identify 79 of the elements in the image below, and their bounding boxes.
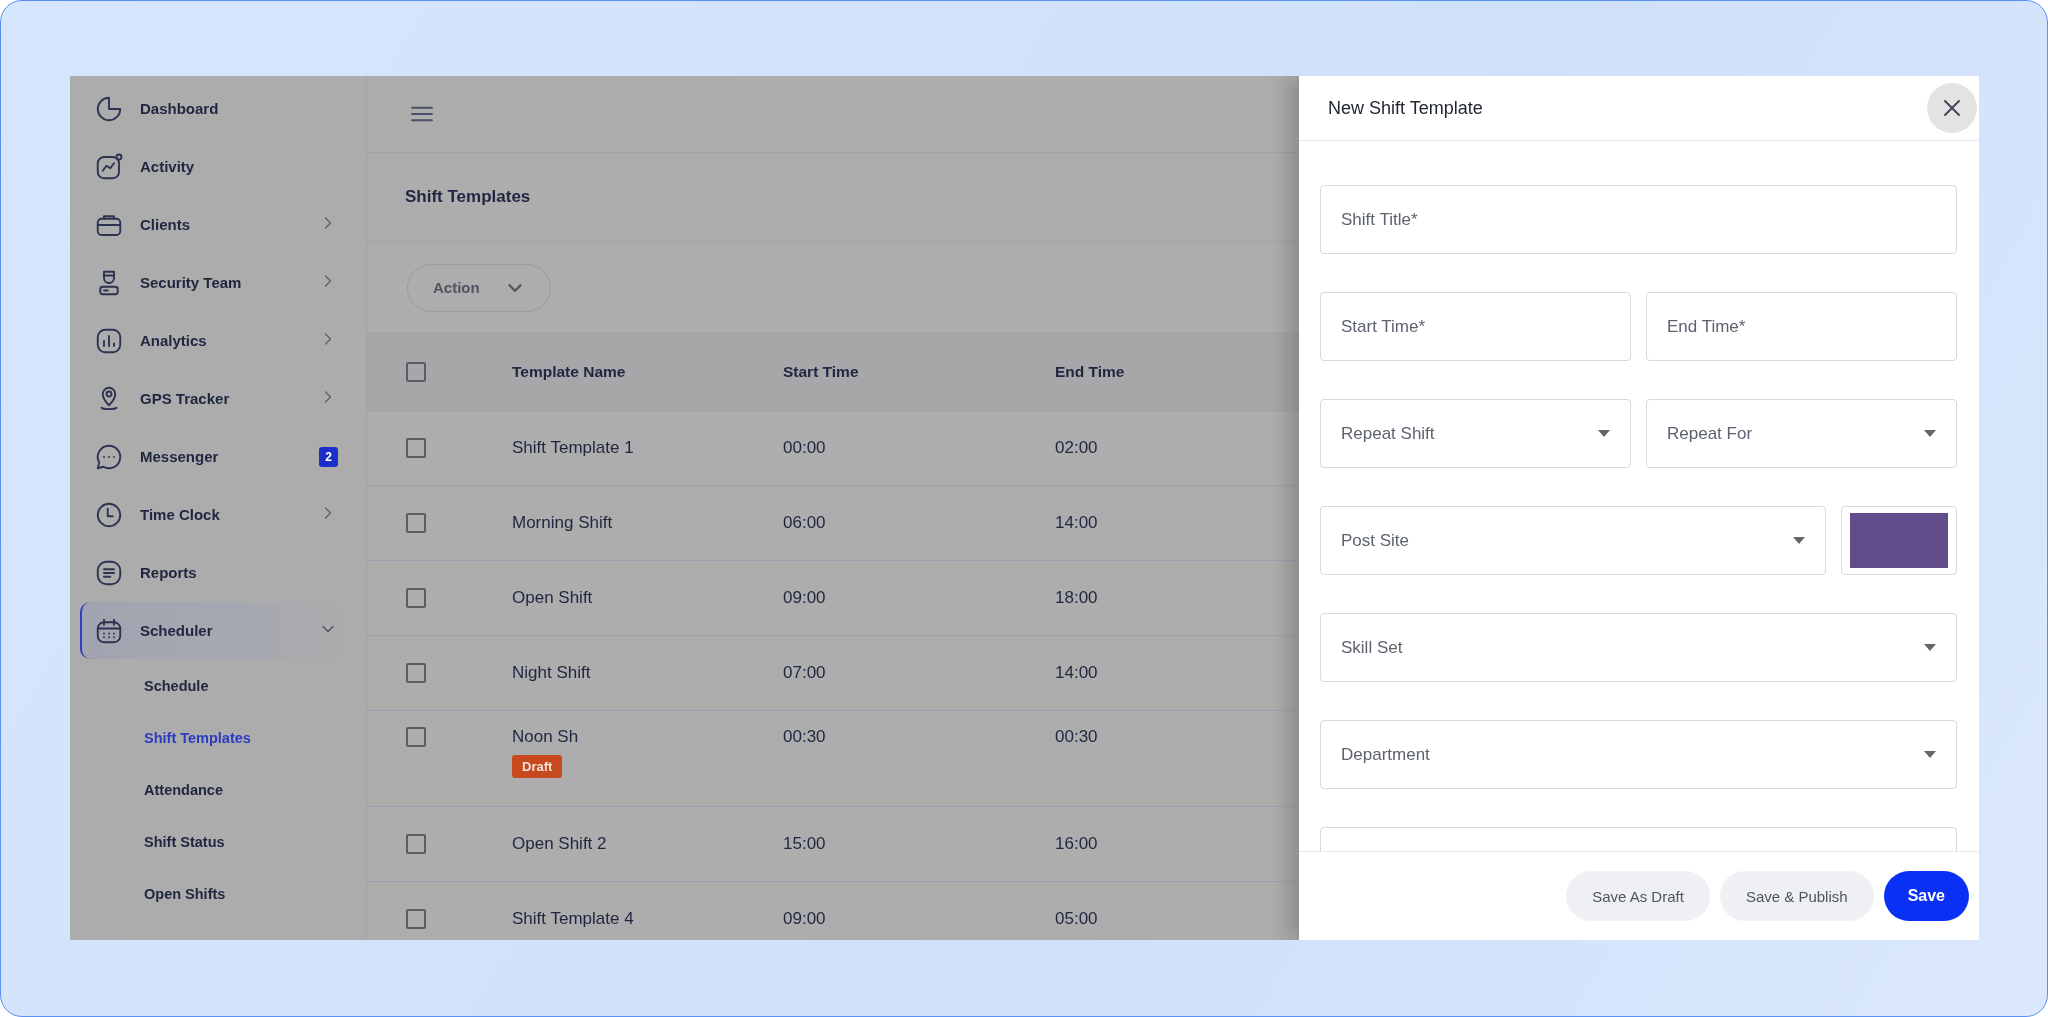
dialog-title: New Shift Template (1328, 97, 1483, 119)
color-picker[interactable] (1841, 506, 1957, 575)
nav-item[interactable]: Activity (80, 138, 346, 195)
table-cell: 14:00 (1055, 513, 1098, 533)
submenu-item[interactable]: Attendance (80, 764, 366, 816)
table-cell: 07:00 (783, 663, 826, 683)
table-cell: Open Shift 2 (512, 834, 607, 854)
checkbox[interactable] (406, 362, 426, 382)
caret-down-icon (1924, 430, 1936, 437)
nav-item[interactable]: Clients (80, 196, 346, 253)
secondary-button[interactable]: Save & Publish (1719, 871, 1874, 921)
select-field[interactable]: Post Site (1320, 506, 1826, 575)
table-cell: Morning Shift (512, 513, 613, 533)
nav-label: Activity (140, 158, 196, 175)
checkbox[interactable] (406, 588, 426, 608)
text-field[interactable]: Start Time* (1320, 292, 1631, 361)
submenu-item[interactable]: Schedule (80, 660, 366, 712)
nav-label: GPS Tracker (140, 390, 231, 407)
nav-label: Clients (140, 216, 191, 233)
nav-label: Security Team (140, 274, 243, 291)
table-cell: 06:00 (783, 513, 826, 533)
caret-down-icon (1598, 430, 1610, 437)
checkbox[interactable] (406, 513, 426, 533)
table-cell: Shift Template 1 (512, 438, 634, 458)
table-cell: 16:00 (1055, 834, 1098, 854)
select-field[interactable]: Repeat For (1646, 399, 1957, 468)
table-cell: 09:00 (783, 588, 826, 608)
table-cell: 18:00 (1055, 588, 1098, 608)
table-cell: 15:00 (783, 834, 826, 854)
nav-label: Dashboard (140, 100, 220, 117)
table-cell: 00:00 (783, 438, 826, 458)
submenu-item[interactable]: Shift Status (80, 816, 366, 868)
caret-down-icon (1793, 537, 1805, 544)
table-cell: Open Shift (512, 588, 593, 608)
nav-item[interactable]: Messenger 2 (80, 428, 346, 485)
checkbox[interactable] (406, 834, 426, 854)
table-cell: Night Shift (512, 663, 591, 683)
nav-item[interactable]: Time Clock (80, 486, 346, 543)
table-cell: 00:30 (783, 727, 826, 747)
checkbox[interactable] (406, 909, 426, 929)
nav-item[interactable]: Reports (80, 544, 346, 601)
caret-down-icon (1924, 751, 1936, 758)
nav-label: Reports (140, 564, 198, 581)
column-header: Template Name (512, 363, 626, 381)
submenu-item[interactable]: Shift Templates (80, 712, 366, 764)
count-badge: 2 (319, 446, 338, 467)
select-field[interactable]: Repeat Shift (1320, 399, 1631, 468)
secondary-button[interactable]: Save As Draft (1566, 871, 1710, 921)
table-cell: Shift Template 4 (512, 909, 634, 929)
checkbox[interactable] (406, 727, 426, 747)
save-button[interactable]: Save (1883, 871, 1969, 921)
close-button[interactable] (1927, 83, 1977, 133)
table-cell: 14:00 (1055, 663, 1098, 683)
nav-item[interactable]: Analytics (80, 312, 346, 369)
text-field[interactable]: Shift Title* (1320, 185, 1957, 254)
nav-label: Messenger (140, 448, 220, 465)
submenu-item[interactable]: Open Shifts (80, 868, 366, 920)
checkbox[interactable] (406, 438, 426, 458)
text-field[interactable]: End Time* (1646, 292, 1957, 361)
select-field[interactable]: Department (1320, 720, 1957, 789)
column-header: Start Time (783, 363, 859, 381)
status-badge: Draft (512, 755, 563, 778)
nav-item[interactable]: Dashboard (80, 80, 346, 137)
checkbox[interactable] (406, 663, 426, 683)
nav-label: Scheduler (140, 622, 214, 639)
nav-label: Time Clock (140, 506, 221, 523)
nav-item[interactable]: GPS Tracker (80, 370, 346, 427)
select-field[interactable]: Skill Set (1320, 613, 1957, 682)
table-cell: 09:00 (783, 909, 826, 929)
nav-item[interactable]: Security Team (80, 254, 346, 311)
table-cell: Noon Sh (512, 727, 579, 747)
caret-down-icon (1924, 644, 1936, 651)
nav-label: Analytics (140, 332, 208, 349)
activity-chart-icon (94, 151, 124, 182)
table-cell: 02:00 (1055, 438, 1098, 458)
table-cell: 00:30 (1055, 727, 1098, 747)
column-header: End Time (1055, 363, 1125, 381)
table-cell: 05:00 (1055, 909, 1098, 929)
page-title: Shift Templates (405, 187, 531, 207)
